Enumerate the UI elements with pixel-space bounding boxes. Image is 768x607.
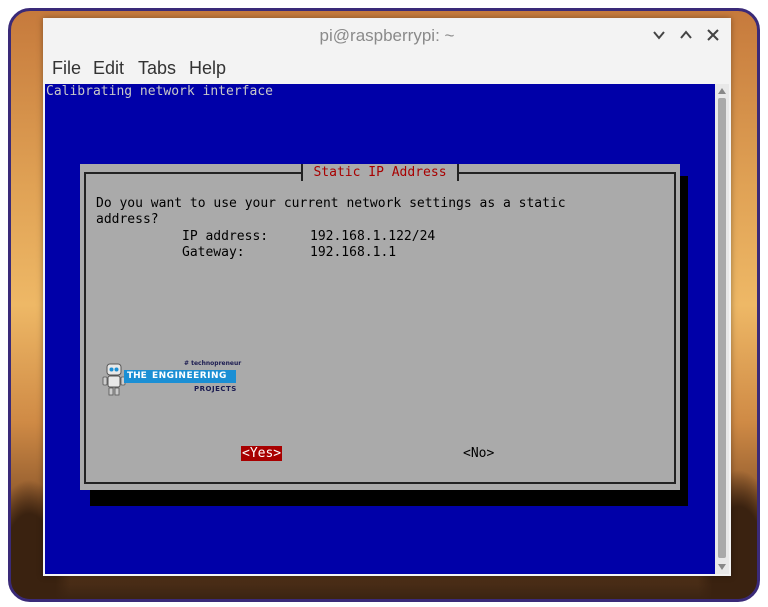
close-icon <box>707 29 719 41</box>
scroll-down-arrow-icon[interactable] <box>717 562 727 572</box>
maximize-button[interactable] <box>675 24 697 46</box>
watermark-hashtag: # technopreneur <box>184 360 242 367</box>
watermark-the: THE <box>127 371 147 381</box>
title-bar[interactable]: pi@raspberrypi: ~ <box>43 18 731 54</box>
scroll-thumb[interactable] <box>718 98 726 558</box>
watermark-projects: PROJECTS <box>194 385 237 393</box>
terminal-status-line: Calibrating network interface <box>46 84 273 99</box>
terminal-screen[interactable]: Calibrating network interface Static IP … <box>45 84 715 574</box>
window-title: pi@raspberrypi: ~ <box>319 26 455 45</box>
dialog-border <box>84 172 676 484</box>
robot-icon <box>102 363 126 396</box>
vertical-scrollbar[interactable] <box>715 84 729 574</box>
watermark-engineering: ENGINEERING <box>152 371 227 381</box>
scroll-up-arrow-icon[interactable] <box>717 86 727 96</box>
chevron-up-icon <box>680 30 692 39</box>
terminal-window: pi@raspberrypi: ~ File Edit Tabs Help Ca… <box>43 18 731 576</box>
yes-button[interactable]: <Yes> <box>241 446 283 461</box>
dialog-question-line-2: address? <box>96 212 159 227</box>
menu-help[interactable]: Help <box>189 58 226 79</box>
watermark-logo: # technopreneur THE ENGINEERING PROJECTS <box>100 360 242 400</box>
ip-address-label: IP address: <box>182 229 269 244</box>
menu-edit[interactable]: Edit <box>93 58 124 79</box>
minimize-button[interactable] <box>648 24 670 46</box>
dialog-title-bar: Static IP Address <box>80 164 680 181</box>
close-button[interactable] <box>702 24 724 46</box>
dialog-question-line-1: Do you want to use your current network … <box>96 196 566 211</box>
menu-tabs[interactable]: Tabs <box>138 58 176 79</box>
no-button[interactable]: <No> <box>463 446 494 461</box>
gateway-label: Gateway: <box>182 245 245 260</box>
ip-address-value: 192.168.1.122/24 <box>310 229 436 244</box>
dialog-title: Static IP Address <box>301 164 459 181</box>
gateway-value: 192.168.1.1 <box>310 245 397 260</box>
chevron-down-icon <box>653 31 665 40</box>
menu-file[interactable]: File <box>52 58 81 79</box>
menu-bar: File Edit Tabs Help <box>43 54 731 84</box>
static-ip-dialog: Static IP Address Do you want to use you… <box>80 164 680 490</box>
